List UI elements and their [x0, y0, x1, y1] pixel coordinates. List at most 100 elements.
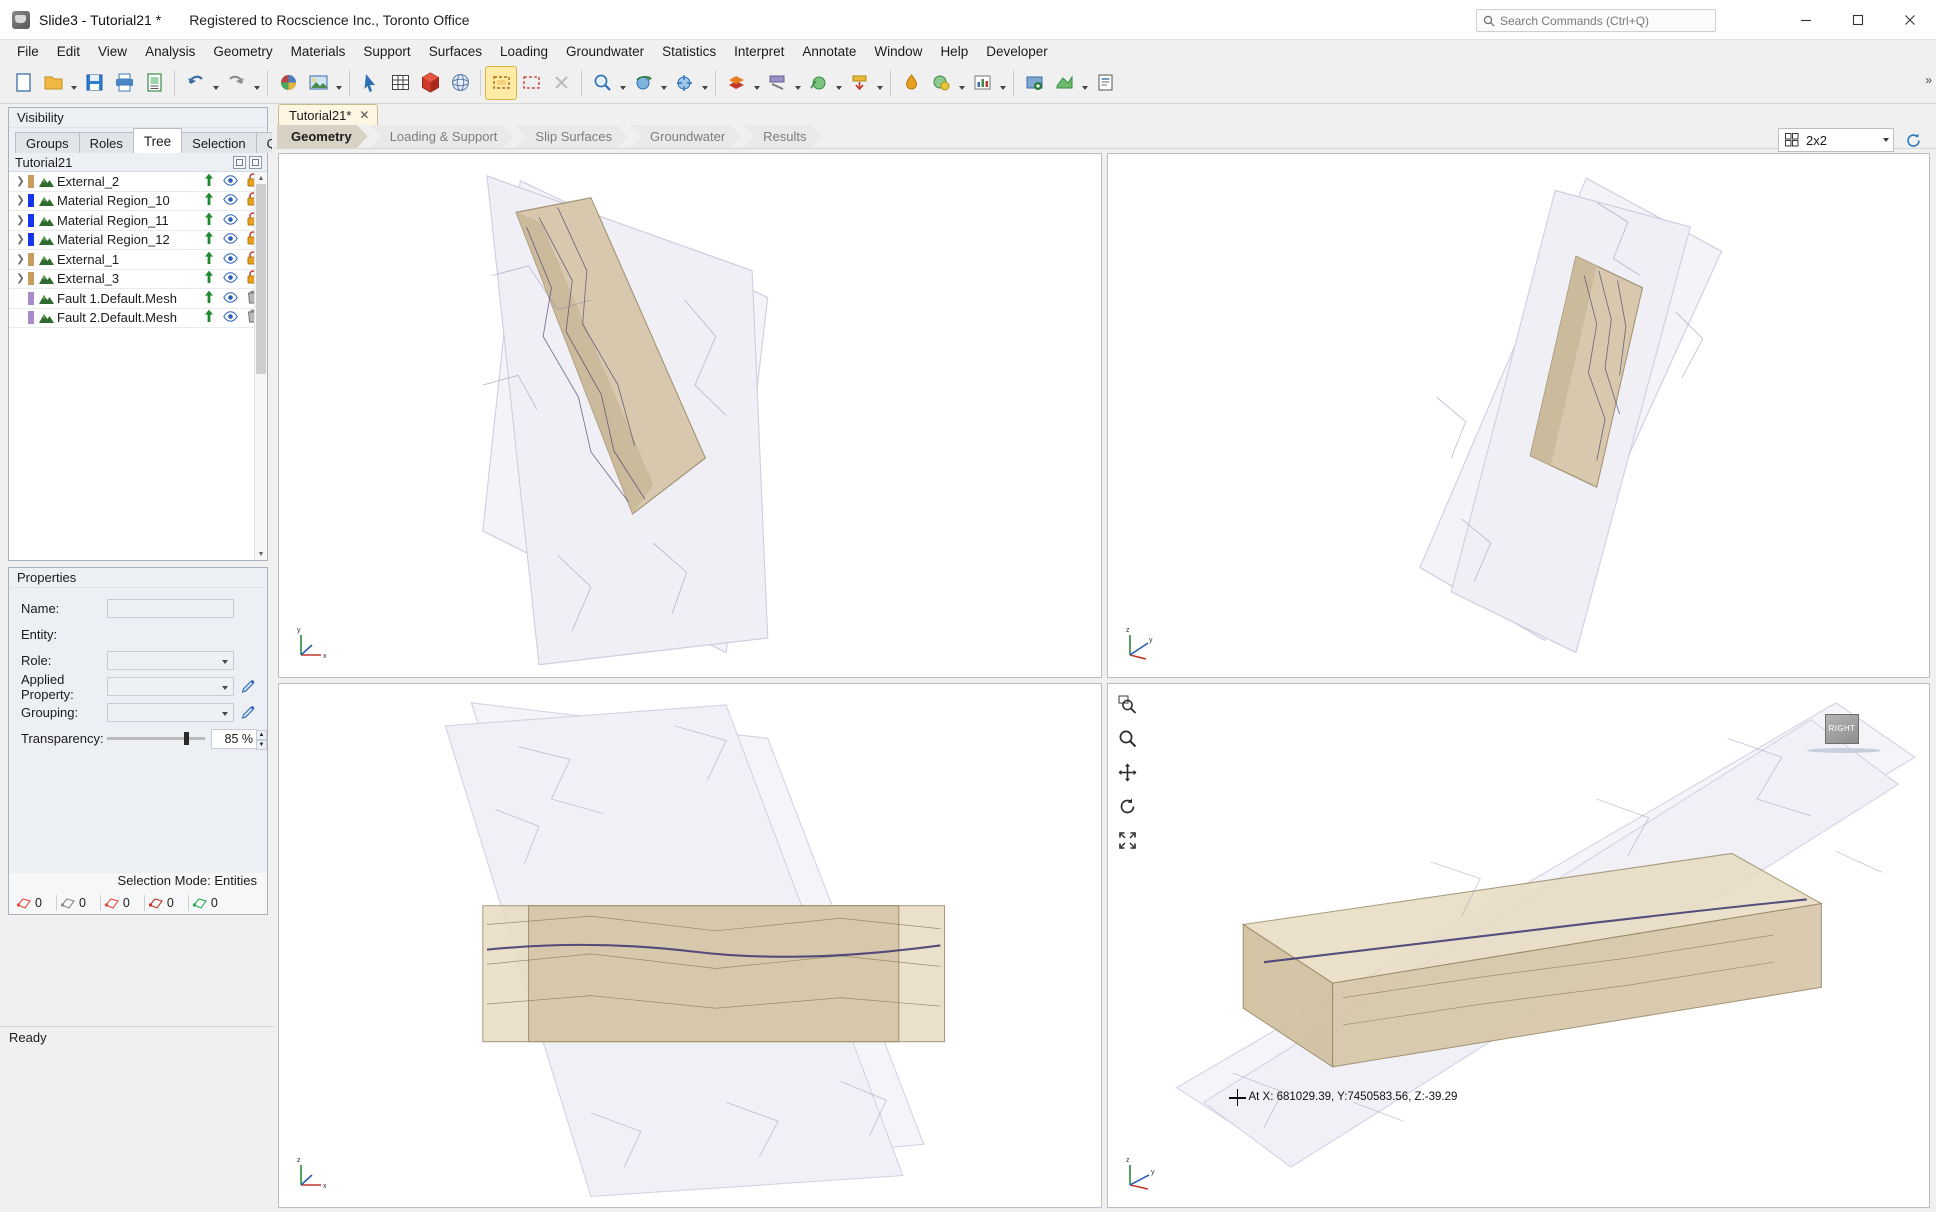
open-file-button[interactable]	[38, 67, 68, 99]
eye-visibility-button[interactable]	[223, 232, 238, 247]
viewport-top-right[interactable]: z y	[1106, 153, 1930, 678]
compute-button[interactable]	[1019, 67, 1049, 99]
workflow-step-slip-surfaces[interactable]: Slip Surfaces	[515, 125, 628, 148]
tree-row[interactable]: Fault 1.Default.Mesh	[9, 289, 267, 309]
scroll-up-arrow[interactable]: ▲	[255, 172, 267, 184]
tab-groups[interactable]: Groups	[15, 132, 80, 153]
document-tab-close-icon[interactable]: ✕	[359, 108, 369, 122]
visibility-arrow-button[interactable]	[204, 251, 214, 268]
solid-model-button[interactable]	[415, 67, 445, 99]
visibility-arrow-button[interactable]	[204, 192, 214, 209]
expand-all-button[interactable]	[233, 156, 246, 169]
eye-visibility-button[interactable]	[223, 271, 238, 286]
visibility-arrow-button[interactable]	[204, 270, 214, 287]
image-capture-dropdown[interactable]	[333, 67, 344, 99]
groundwater-button[interactable]	[896, 67, 926, 99]
open-file-dropdown[interactable]	[68, 67, 79, 99]
viewport-bottom-left[interactable]: z x	[278, 682, 1102, 1208]
menu-item-edit[interactable]: Edit	[48, 42, 89, 61]
add-material-dropdown[interactable]	[751, 67, 762, 99]
viewport-bottom-right[interactable]: RIGHT At X: 681029.39, Y:7450583.56, Z:-…	[1106, 682, 1930, 1208]
menu-item-analysis[interactable]: Analysis	[136, 42, 204, 61]
tree-row[interactable]: Fault 2.Default.Mesh	[9, 309, 267, 328]
zoom-tool-button[interactable]	[587, 67, 617, 99]
menu-item-geometry[interactable]: Geometry	[204, 42, 281, 61]
viewport-layout-select[interactable]: 2x2	[1778, 128, 1894, 152]
redo-button[interactable]	[221, 67, 251, 99]
scrollbar-thumb[interactable]	[256, 184, 266, 374]
color-palette-button[interactable]	[273, 67, 303, 99]
expand-chevron-icon[interactable]: ❯	[13, 195, 28, 206]
toolbar-overflow-button[interactable]: »	[1925, 73, 1932, 87]
expand-chevron-icon[interactable]: ❯	[13, 234, 28, 245]
tree-row[interactable]: ❯ External_2	[9, 172, 267, 192]
menu-item-loading[interactable]: Loading	[491, 42, 557, 61]
undo-button[interactable]	[180, 67, 210, 99]
eye-visibility-button[interactable]	[223, 291, 238, 306]
eye-visibility-button[interactable]	[223, 174, 238, 189]
delete-selection-button[interactable]	[546, 67, 576, 99]
workflow-step-groundwater[interactable]: Groundwater	[630, 125, 741, 148]
zoom-window-tool-button[interactable]	[1115, 692, 1141, 718]
workflow-step-geometry[interactable]: Geometry	[277, 125, 368, 148]
visibility-arrow-button[interactable]	[204, 212, 214, 229]
interpret-button[interactable]	[1049, 67, 1079, 99]
add-loading-dropdown[interactable]	[874, 67, 885, 99]
statistics-button[interactable]	[926, 67, 956, 99]
menu-item-groundwater[interactable]: Groundwater	[557, 42, 653, 61]
add-loading-button[interactable]	[844, 67, 874, 99]
grid-table-button[interactable]	[385, 67, 415, 99]
rotate-tool-button[interactable]	[1115, 794, 1141, 820]
redo-dropdown[interactable]	[251, 67, 262, 99]
tab-tree[interactable]: Tree	[132, 128, 183, 153]
undo-dropdown[interactable]	[210, 67, 221, 99]
print-button[interactable]	[109, 67, 139, 99]
slider-thumb[interactable]	[184, 732, 190, 745]
new-file-button[interactable]	[8, 67, 38, 99]
property-applied-property-edit-button[interactable]	[241, 679, 257, 694]
eye-visibility-button[interactable]	[223, 213, 238, 228]
chart-button[interactable]	[967, 67, 997, 99]
viewport-top-left[interactable]: y x	[278, 153, 1102, 678]
report-button[interactable]	[1090, 67, 1120, 99]
refresh-views-button[interactable]	[1900, 128, 1926, 152]
zoom-tool-button[interactable]	[1115, 726, 1141, 752]
menu-item-statistics[interactable]: Statistics	[653, 42, 725, 61]
scroll-down-arrow[interactable]: ▼	[255, 548, 267, 560]
menu-item-file[interactable]: File	[8, 42, 48, 61]
visibility-arrow-button[interactable]	[204, 231, 214, 248]
transparency-value-field[interactable]: 85 % ▲ ▼	[211, 728, 267, 750]
search-commands-input[interactable]: Search Commands (Ctrl+Q)	[1476, 9, 1716, 32]
document-tab-tutorial21[interactable]: Tutorial21* ✕	[278, 104, 379, 125]
pan-view-dropdown[interactable]	[699, 67, 710, 99]
eye-visibility-button[interactable]	[223, 310, 238, 325]
maximize-button[interactable]	[1832, 0, 1884, 40]
workflow-step-results[interactable]: Results	[743, 125, 822, 148]
transparency-stepper[interactable]: ▲ ▼	[256, 729, 267, 750]
menu-item-surfaces[interactable]: Surfaces	[420, 42, 491, 61]
menu-item-materials[interactable]: Materials	[282, 42, 355, 61]
transparency-slider[interactable]	[107, 729, 205, 748]
page-setup-button[interactable]	[139, 67, 169, 99]
visibility-arrow-button[interactable]	[204, 173, 214, 190]
visibility-arrow-button[interactable]	[204, 309, 214, 326]
property-role-select[interactable]	[107, 651, 234, 670]
rectangle-select-button[interactable]	[485, 65, 517, 100]
eye-visibility-button[interactable]	[223, 193, 238, 208]
eye-visibility-button[interactable]	[223, 252, 238, 267]
property-name-input[interactable]	[107, 599, 234, 618]
workflow-step-loading-support[interactable]: Loading & Support	[370, 125, 514, 148]
menu-item-annotate[interactable]: Annotate	[793, 42, 865, 61]
expand-chevron-icon[interactable]: ❯	[13, 273, 28, 284]
pan-tool-button[interactable]	[1115, 760, 1141, 786]
chart-dropdown[interactable]	[997, 67, 1008, 99]
view-cube[interactable]: RIGHT	[1799, 712, 1891, 758]
interpret-dropdown[interactable]	[1079, 67, 1090, 99]
property-applied-property-select[interactable]	[107, 677, 234, 696]
select-pointer-button[interactable]	[355, 67, 385, 99]
expand-chevron-icon[interactable]: ❯	[13, 215, 28, 226]
minimize-button[interactable]	[1780, 0, 1832, 40]
add-support-button[interactable]	[762, 67, 792, 99]
menu-item-help[interactable]: Help	[931, 42, 977, 61]
add-support-dropdown[interactable]	[792, 67, 803, 99]
